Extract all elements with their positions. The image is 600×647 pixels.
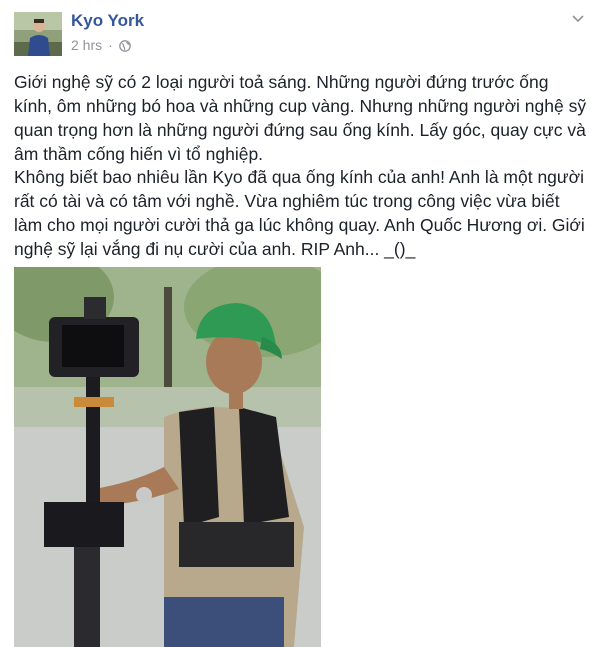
post-paragraph-1: Giới nghệ sỹ có 2 loại người toả sáng. N… — [14, 72, 587, 164]
cameraman-photo[interactable] — [14, 267, 321, 647]
post-timestamp[interactable]: 2 hrs — [71, 37, 102, 53]
meta-separator: · — [108, 37, 113, 53]
author-name[interactable]: Kyo York — [71, 11, 144, 31]
chevron-down-icon[interactable] — [570, 10, 586, 26]
author-avatar[interactable] — [14, 12, 62, 56]
post-paragraph-2: Không biết bao nhiêu lần Kyo đã qua ống … — [14, 167, 585, 259]
post-meta: 2 hrs · — [71, 37, 131, 53]
facebook-post: Kyo York 2 hrs · Giới nghệ sỹ có 2 loại … — [0, 0, 600, 647]
globe-icon[interactable] — [118, 39, 131, 52]
